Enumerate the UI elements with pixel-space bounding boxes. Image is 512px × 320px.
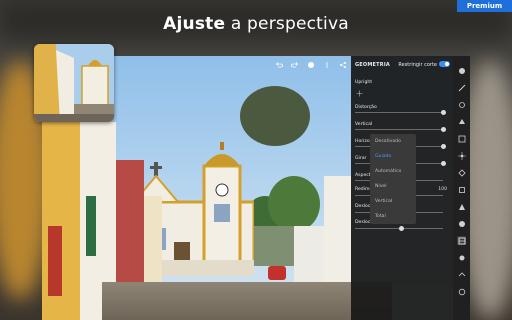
cobblestone-road: [102, 282, 392, 320]
brush-icon[interactable]: [457, 236, 466, 245]
help-icon[interactable]: [457, 287, 466, 296]
versions-icon[interactable]: [457, 270, 466, 279]
palm-tree: [268, 176, 320, 232]
upright-option[interactable]: Total: [375, 214, 386, 219]
crop-label: Restringir corte: [398, 62, 437, 68]
upright-option[interactable]: Nível: [375, 184, 387, 189]
vertical-slider[interactable]: [355, 127, 446, 132]
optics-icon[interactable]: [457, 168, 466, 177]
offset-y-slider[interactable]: [355, 226, 443, 231]
upright-option-selected[interactable]: Guiado: [375, 154, 391, 159]
crop-toggle[interactable]: [439, 61, 450, 67]
upright-label: Upright: [355, 80, 373, 85]
rotate-label: Girar: [355, 156, 367, 161]
radial-icon[interactable]: [457, 253, 466, 262]
top-toolbar: [274, 60, 363, 69]
effects-icon[interactable]: [457, 134, 466, 143]
color-icon[interactable]: [457, 117, 466, 126]
light-icon[interactable]: [457, 100, 466, 109]
upright-option[interactable]: Desativado: [375, 139, 401, 144]
red-car: [268, 266, 286, 280]
geometry-icon[interactable]: [457, 185, 466, 194]
detail-icon[interactable]: [457, 151, 466, 160]
before-thumbnail[interactable]: [34, 44, 114, 122]
before-thumbnail-image: [34, 44, 114, 122]
heal-icon[interactable]: [457, 219, 466, 228]
scale-value: 100: [438, 187, 447, 192]
profile-icon[interactable]: [457, 66, 466, 75]
headline-rest: a perspectiva: [225, 14, 349, 34]
upright-option[interactable]: Automático: [375, 169, 401, 174]
tool-rail: [453, 56, 470, 320]
headline-bold: Ajuste: [163, 14, 226, 34]
upright-option[interactable]: Vertical: [375, 199, 392, 204]
vertical-label: Vertical: [355, 122, 373, 127]
crop-icon[interactable]: [457, 202, 466, 211]
distortion-label: Distorção: [355, 105, 377, 110]
auto-icon[interactable]: [457, 83, 466, 92]
headline: Ajuste a perspectiva: [0, 14, 512, 34]
premium-badge[interactable]: Premium: [457, 0, 512, 12]
more-icon[interactable]: [322, 60, 331, 69]
green-window: [86, 196, 96, 256]
upright-guides-icon[interactable]: [356, 90, 363, 99]
info-icon[interactable]: [306, 60, 315, 69]
red-door: [48, 226, 62, 296]
distortion-slider[interactable]: [355, 110, 446, 115]
share-icon[interactable]: [338, 60, 347, 69]
panel-title: GEOMETRIA: [355, 62, 390, 68]
undo-icon[interactable]: [274, 60, 283, 69]
redo-icon[interactable]: [290, 60, 299, 69]
upright-dropdown: Desativado Guiado Automático Nível Verti…: [370, 134, 416, 224]
tree: [240, 86, 310, 146]
